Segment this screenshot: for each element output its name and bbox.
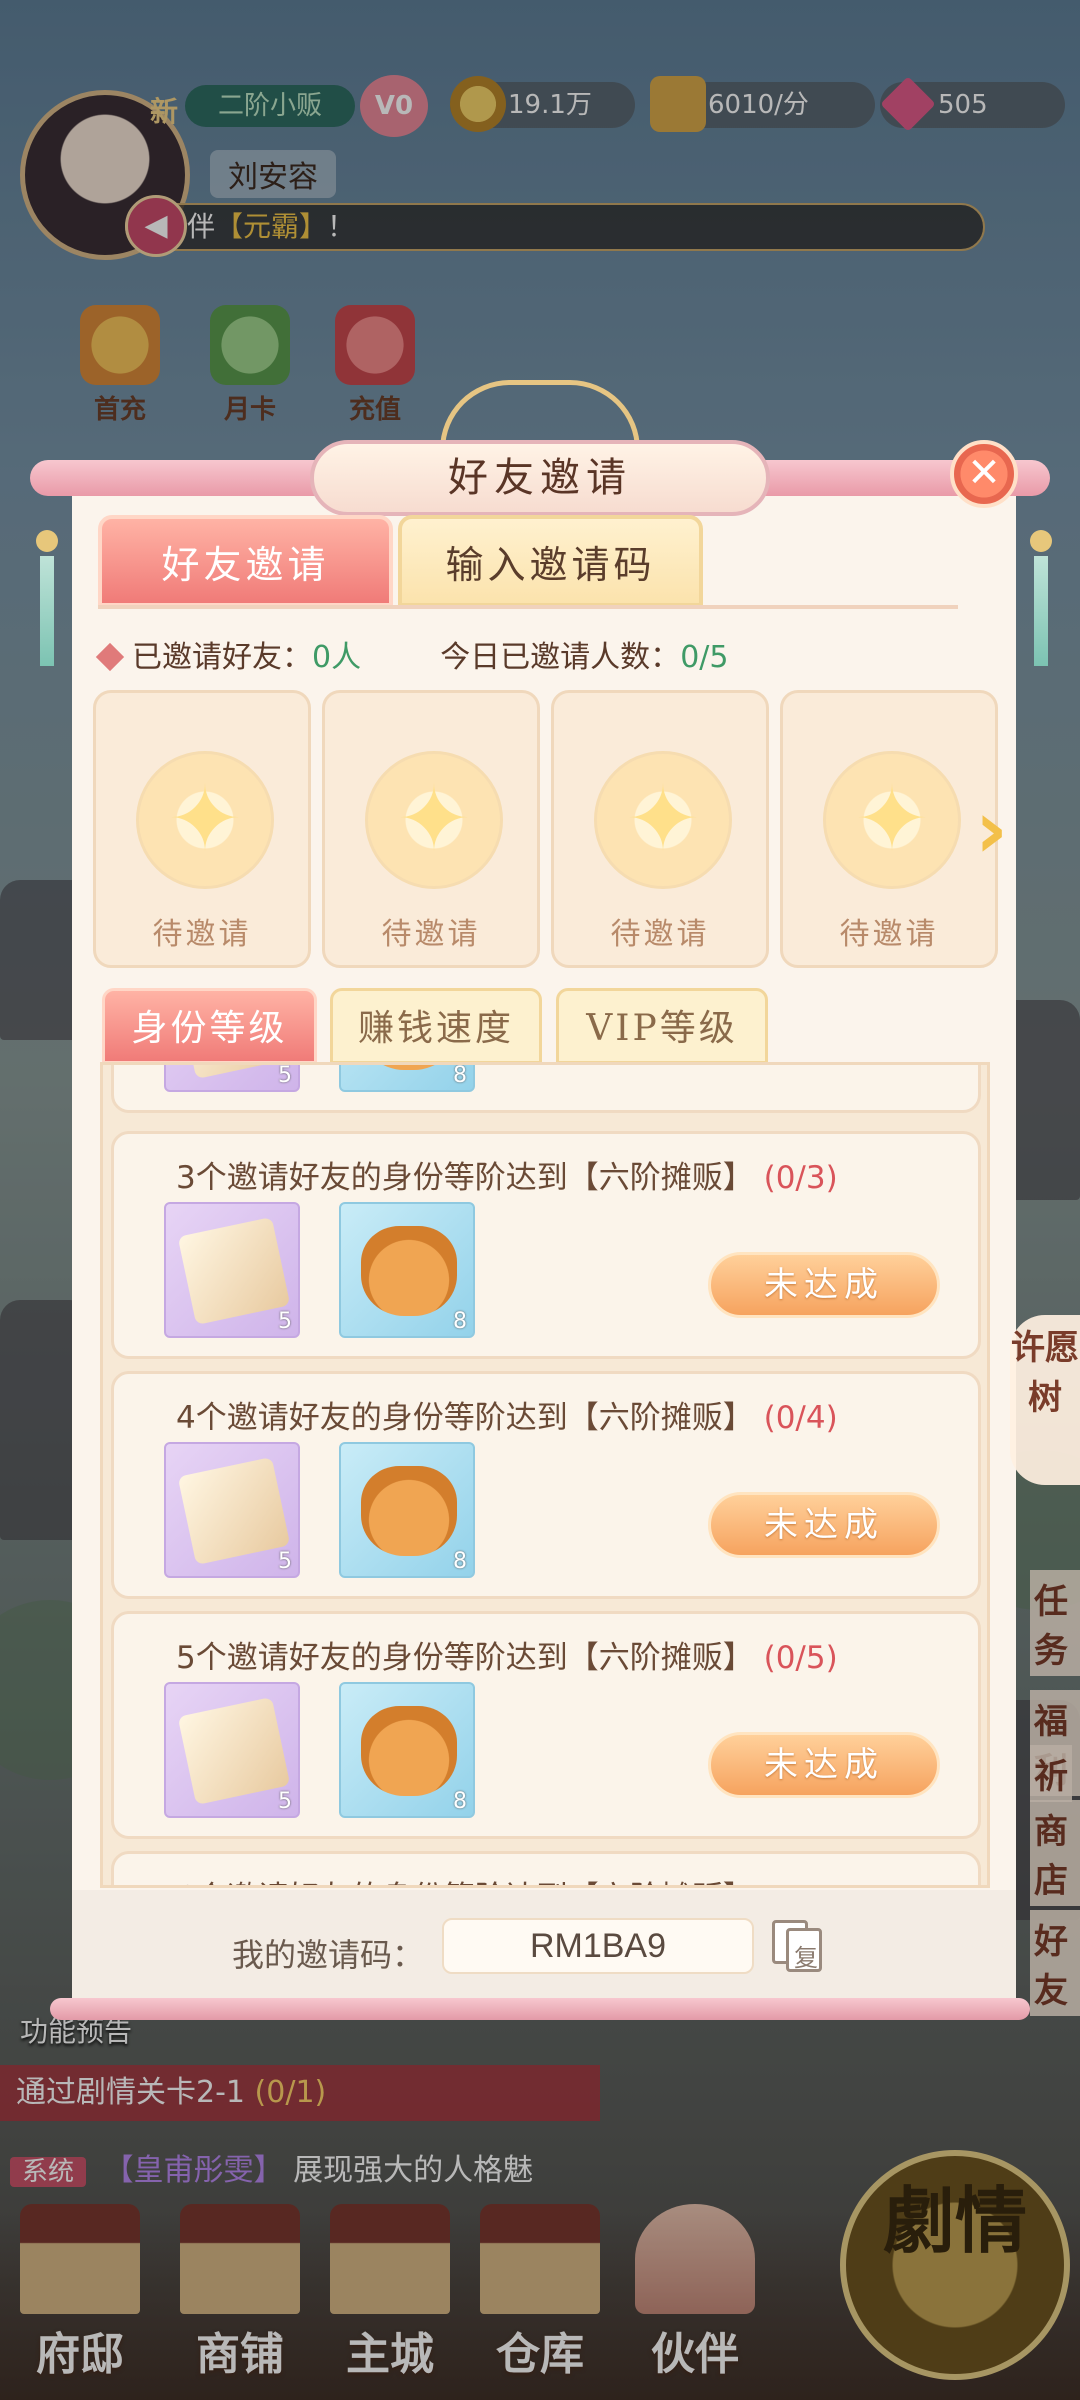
- tab-enter-code[interactable]: 输入邀请码: [398, 515, 703, 607]
- item-quantity: 5: [278, 1549, 292, 1574]
- money-bag-icon: [361, 1065, 457, 1070]
- reward-progress: (0/4): [763, 1400, 838, 1436]
- reward-row: 3个邀请好友的身份等阶达到【六阶摊贩】 (0/3) 5 8 未达成: [111, 1131, 981, 1359]
- invite-slot[interactable]: ✦ 待邀请: [780, 690, 998, 968]
- money-bag-icon: [361, 1466, 457, 1556]
- reward-row: 4个邀请好友的身份等阶达到【六阶摊贩】 (0/4) 5 8 未达成: [111, 1371, 981, 1599]
- reward-row: 6个邀请好友的身份等阶达到【六阶摊贩】: [111, 1851, 981, 1885]
- invite-slot-label: 待邀请: [839, 917, 939, 952]
- left-lantern-ornament: [36, 480, 58, 680]
- wish-tree-button[interactable]: 许愿树: [1010, 1315, 1080, 1485]
- item-quantity: 8: [453, 1063, 467, 1088]
- reward-progress: (0/3): [763, 1160, 838, 1196]
- scroll-icon: [177, 1697, 291, 1805]
- claim-status-button[interactable]: 未达成: [708, 1492, 940, 1558]
- reward-list[interactable]: 5 8 3个邀请好友的身份等阶达到【六阶摊贩】 (0/3) 5 8 未达成 4个…: [100, 1062, 990, 1888]
- tab-friend-invite[interactable]: 好友邀请: [98, 515, 393, 607]
- right-lantern-ornament: [1030, 480, 1052, 680]
- reward-row: 5 8: [111, 1063, 981, 1113]
- invite-code-bar: 我的邀请码： RM1BA9 复: [72, 1890, 1016, 2000]
- scroll-icon: [177, 1457, 291, 1565]
- reward-description: 5个邀请好友的身份等阶达到【六阶摊贩】 (0/5): [176, 1632, 838, 1677]
- reward-condition: 5个邀请好友的身份等阶达到【六阶摊贩】: [176, 1640, 754, 1676]
- tabs-divider: [98, 605, 958, 609]
- sparkle-plus-icon: ✦: [625, 767, 701, 872]
- money-bag-item[interactable]: 8: [339, 1202, 475, 1338]
- subtab-identity-level[interactable]: 身份等级: [102, 988, 317, 1064]
- sparkle-plus-icon: ✦: [167, 767, 243, 872]
- close-icon: ✕: [967, 450, 1001, 496]
- diamond-bullet-icon: [95, 642, 125, 672]
- item-quantity: 5: [278, 1789, 292, 1814]
- money-bag-item[interactable]: 8: [339, 1063, 475, 1092]
- reward-description: 4个邀请好友的身份等阶达到【六阶摊贩】 (0/4): [176, 1392, 838, 1437]
- item-quantity: 8: [453, 1549, 467, 1574]
- invite-stats: 已邀请好友：0人 今日已邀请人数：0/5: [95, 632, 729, 676]
- item-quantity: 5: [278, 1063, 292, 1088]
- item-quantity: 8: [453, 1789, 467, 1814]
- invite-slot[interactable]: ✦ 待邀请: [93, 690, 311, 968]
- invite-slot-label: 待邀请: [152, 917, 252, 952]
- copy-button[interactable]: 复: [772, 1920, 830, 1976]
- money-bag-icon: [361, 1226, 457, 1316]
- scroll-item[interactable]: 5: [164, 1682, 300, 1818]
- today-value: 0/5: [680, 640, 729, 675]
- reward-description: 6个邀请好友的身份等阶达到【六阶摊贩】: [176, 1872, 754, 1885]
- invite-slot-label: 待邀请: [610, 917, 710, 952]
- scroll-item[interactable]: 5: [164, 1202, 300, 1338]
- copy-label: 复: [794, 1944, 818, 1972]
- scroll-icon: [177, 1065, 291, 1079]
- close-button[interactable]: ✕: [950, 440, 1018, 508]
- reward-condition: 3个邀请好友的身份等阶达到【六阶摊贩】: [176, 1160, 754, 1196]
- reward-progress: (0/5): [763, 1640, 838, 1676]
- dialog-bottom-rail: [50, 1998, 1030, 2020]
- reward-condition: 4个邀请好友的身份等阶达到【六阶摊贩】: [176, 1400, 754, 1436]
- scroll-item[interactable]: 5: [164, 1063, 300, 1092]
- money-bag-item[interactable]: 8: [339, 1682, 475, 1818]
- invite-slot[interactable]: ✦ 待邀请: [551, 690, 769, 968]
- scroll-item[interactable]: 5: [164, 1442, 300, 1578]
- item-quantity: 8: [453, 1309, 467, 1334]
- subtab-vip-level[interactable]: VIP等级: [556, 988, 768, 1064]
- item-quantity: 5: [278, 1309, 292, 1334]
- invite-slot-label: 待邀请: [381, 917, 481, 952]
- today-label: 今日已邀请人数：: [440, 640, 681, 675]
- reward-description: 3个邀请好友的身份等阶达到【六阶摊贩】 (0/3): [176, 1152, 838, 1197]
- claim-status-button[interactable]: 未达成: [708, 1252, 940, 1318]
- dialog-title: 好友邀请: [310, 440, 770, 516]
- chevron-right-icon[interactable]: ›: [975, 785, 1035, 875]
- subtab-earning-speed[interactable]: 赚钱速度: [330, 988, 542, 1064]
- invite-slot[interactable]: ✦ 待邀请: [322, 690, 540, 968]
- invited-value: 0人: [312, 640, 362, 675]
- claim-status-button[interactable]: 未达成: [708, 1732, 940, 1798]
- sparkle-plus-icon: ✦: [854, 767, 930, 872]
- scroll-icon: [177, 1217, 291, 1325]
- money-bag-item[interactable]: 8: [339, 1442, 475, 1578]
- invited-label: 已邀请好友：: [132, 640, 312, 675]
- invite-code-value[interactable]: RM1BA9: [442, 1918, 754, 1974]
- money-bag-icon: [361, 1706, 457, 1796]
- reward-row: 5个邀请好友的身份等阶达到【六阶摊贩】 (0/5) 5 8 未达成: [111, 1611, 981, 1839]
- invite-code-label: 我的邀请码：: [232, 1936, 425, 1974]
- sparkle-plus-icon: ✦: [396, 767, 472, 872]
